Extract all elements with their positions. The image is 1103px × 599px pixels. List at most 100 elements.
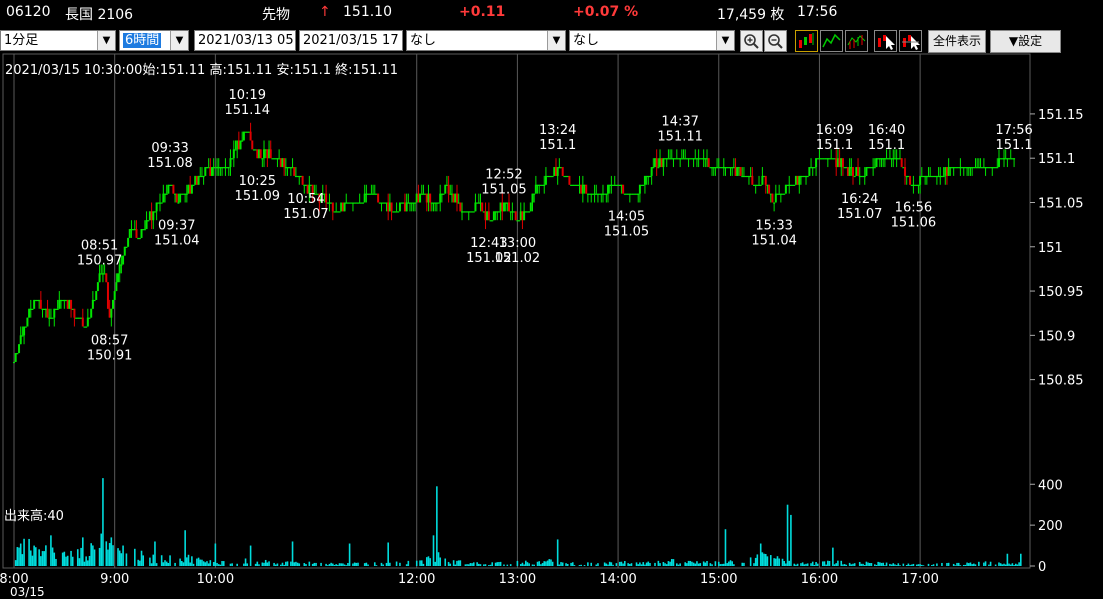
volume-bar: [140, 550, 143, 566]
candle-body: [232, 149, 235, 159]
candle-body: [605, 193, 608, 195]
candle-body: [105, 273, 108, 283]
candle-body: [362, 202, 365, 204]
candle-body: [162, 193, 165, 203]
volume-bar: [499, 561, 502, 566]
volume-bar: [989, 561, 992, 566]
volume-bar: [785, 563, 787, 566]
volume-bar: [221, 561, 223, 566]
volume-bar: [662, 561, 665, 566]
time-tick-label: 15:00: [700, 572, 737, 587]
volume-bar: [874, 564, 876, 566]
volume-bar: [827, 560, 829, 566]
volume-bar: [76, 549, 79, 566]
volume-bar: [533, 564, 535, 566]
volume-bar: [687, 560, 690, 566]
volume-bar: [296, 562, 299, 566]
candle-body: [543, 184, 546, 186]
volume-bar: [139, 560, 141, 566]
volume-bar: [724, 529, 727, 566]
volume-bar: [612, 564, 614, 566]
volume-bar: [122, 545, 124, 566]
volume-bar: [478, 563, 480, 566]
volume-bar: [801, 562, 804, 566]
volume-bar: [610, 562, 613, 566]
volume-bar: [348, 543, 351, 566]
volume-bar: [78, 558, 81, 566]
candle-body: [474, 202, 477, 212]
volume-bar: [181, 560, 183, 566]
volume-bar: [637, 564, 640, 566]
annotation-time: 14:05: [608, 209, 645, 224]
candle-body: [229, 158, 232, 168]
volume-bar: [679, 563, 681, 566]
candle-body: [177, 202, 180, 204]
volume-bar: [531, 564, 534, 566]
volume-bar: [422, 563, 425, 566]
candle-body: [86, 317, 89, 327]
volume-bar: [894, 564, 896, 566]
volume-bar: [867, 562, 869, 566]
volume-bar: [137, 559, 139, 566]
candle-body: [123, 246, 126, 256]
candle-body: [125, 246, 128, 248]
candle-body: [227, 167, 230, 169]
candle-body: [638, 184, 641, 194]
volume-bar: [439, 557, 442, 566]
volume-bar: [373, 562, 376, 566]
candle-body: [85, 326, 88, 328]
volume-bar: [231, 563, 233, 566]
candle-body: [508, 202, 511, 212]
ohlc-info: 2021/03/15 10:30:00始:151.11 高:151.11 安:1…: [5, 63, 399, 78]
candle-body: [135, 229, 138, 238]
volume-bar: [919, 564, 921, 566]
volume-bar: [677, 564, 680, 566]
volume-bar: [676, 563, 678, 566]
annotation-price: 151.1: [816, 138, 853, 153]
volume-bar: [699, 563, 702, 566]
volume-bar: [587, 562, 589, 566]
volume-bar: [964, 564, 967, 566]
annotation-price: 151.14: [224, 103, 270, 118]
volume-bar: [909, 564, 911, 566]
volume-bar: [889, 563, 891, 566]
time-tick-label: 14:00: [599, 572, 636, 587]
candle-body: [813, 167, 816, 169]
candle-body: [997, 158, 1000, 168]
volume-bar: [731, 561, 733, 566]
volume-bar: [994, 564, 997, 566]
annotation-time: 12:52: [485, 167, 522, 182]
volume-bar: [320, 562, 322, 566]
volume-bar: [691, 561, 693, 566]
candle-body: [650, 167, 653, 176]
volume-bar: [112, 545, 114, 566]
candle-body: [643, 175, 646, 185]
volume-bar: [212, 562, 215, 566]
volume-bar: [622, 563, 624, 566]
volume-bar: [256, 561, 259, 566]
annotation-price: 151.09: [235, 189, 281, 204]
annotation-price: 151.07: [837, 207, 883, 222]
volume-bar: [973, 563, 975, 566]
volume-bar: [503, 564, 505, 566]
price-chart[interactable]: 08:51150.9708:57150.9109:33151.0809:3715…: [0, 0, 1103, 594]
volume-bar: [280, 564, 282, 566]
annotation-time: 08:51: [81, 238, 118, 253]
volume-bar: [415, 560, 418, 566]
volume-bar: [697, 563, 700, 566]
candle-body: [568, 175, 571, 185]
candle-body: [390, 202, 393, 212]
volume-bar: [536, 561, 539, 566]
volume-bar: [728, 561, 730, 566]
annotation-time: 15:33: [755, 218, 792, 233]
candle-body: [585, 184, 588, 194]
volume-bar: [281, 562, 284, 566]
annotation-price: 151.08: [147, 156, 193, 171]
candle-body: [98, 273, 101, 283]
volume-bar: [117, 548, 119, 566]
candle-body: [736, 167, 739, 176]
volume-bar: [444, 558, 447, 566]
candle-body: [90, 308, 93, 318]
volume-bar: [971, 564, 973, 566]
volume-bar: [249, 545, 252, 566]
